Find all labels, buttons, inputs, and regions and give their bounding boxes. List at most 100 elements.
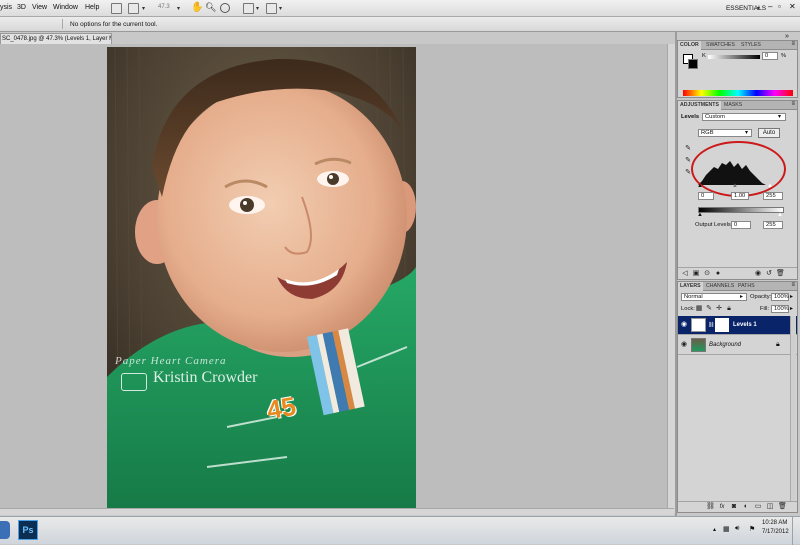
- eye-icon[interactable]: ◉: [680, 321, 688, 329]
- horizontal-scrollbar[interactable]: [0, 508, 674, 515]
- lock-image-icon[interactable]: ✎: [705, 305, 713, 313]
- view-previous-icon[interactable]: ◉: [754, 270, 762, 278]
- opacity-chevron-icon[interactable]: ▸: [790, 293, 793, 300]
- vertical-scrollbar[interactable]: [667, 44, 675, 513]
- channel-chevron-icon[interactable]: ▾: [745, 129, 748, 136]
- photo-canvas[interactable]: 45 Paper Heart Camera Kristin Crowder: [107, 47, 416, 508]
- close-icon[interactable]: ✕: [789, 2, 796, 11]
- menu-help[interactable]: Help: [85, 4, 99, 11]
- channel-select[interactable]: RGB: [698, 129, 752, 137]
- menu-analysis[interactable]: ysis: [0, 4, 12, 11]
- volume-icon[interactable]: 🔊︎: [735, 525, 739, 533]
- lock-all-icon[interactable]: 🔒︎: [725, 305, 733, 313]
- chevron-down-icon[interactable]: ▾: [142, 5, 145, 12]
- clip-to-layer-icon[interactable]: ⊙: [703, 270, 711, 278]
- link-layers-icon[interactable]: ⛓: [706, 503, 715, 511]
- zoom-chevron-down-icon[interactable]: ▾: [177, 5, 180, 12]
- fill-input[interactable]: 100%: [771, 305, 789, 313]
- menu-3d[interactable]: 3D: [17, 4, 26, 11]
- clock-time[interactable]: 10:28 AM: [762, 520, 787, 526]
- blend-mode-select[interactable]: Normal: [681, 293, 747, 301]
- preset-select[interactable]: Custom: [702, 113, 786, 121]
- tab-layers[interactable]: LAYERS: [678, 282, 703, 291]
- screen-mode-icon[interactable]: [266, 3, 277, 14]
- gamma-slider-icon[interactable]: ▲: [732, 183, 738, 189]
- tab-color[interactable]: COLOR: [678, 41, 701, 50]
- fill-chevron-icon[interactable]: ▸: [790, 305, 793, 312]
- rotate-view-icon[interactable]: [220, 3, 230, 13]
- arrange-chevron-down-icon[interactable]: ▾: [256, 5, 259, 12]
- screen-mode-chevron-icon[interactable]: ▾: [279, 5, 282, 12]
- preset-chevron-icon[interactable]: ▾: [778, 113, 781, 120]
- minimize-icon[interactable]: –: [768, 2, 772, 11]
- workspace-chevron-icon[interactable]: ▾: [757, 5, 760, 12]
- chain-link-icon[interactable]: ⛓: [708, 322, 714, 328]
- input-black-field[interactable]: 0: [698, 192, 714, 200]
- new-layer-icon[interactable]: ◫: [766, 503, 774, 511]
- k-value-input[interactable]: 0: [762, 52, 778, 60]
- menu-window[interactable]: Window: [53, 4, 78, 11]
- lock-transparency-icon[interactable]: ▦: [695, 305, 703, 313]
- network-icon[interactable]: ▦: [723, 525, 730, 533]
- k-slider[interactable]: [708, 55, 760, 59]
- workspace-switcher[interactable]: ESSENTIALS: [718, 3, 774, 14]
- eye-icon[interactable]: ◉: [680, 341, 688, 349]
- output-white-field[interactable]: 255: [763, 221, 783, 229]
- tab-swatches[interactable]: SWATCHES: [704, 41, 737, 50]
- hand-tool-icon[interactable]: ✋: [191, 2, 203, 13]
- tab-masks[interactable]: MASKS: [722, 101, 744, 110]
- layer-row-levels[interactable]: ◉ ⛓ Levels 1: [678, 316, 797, 335]
- clock-date[interactable]: 7/17/2012: [762, 529, 789, 535]
- new-adjustment-icon[interactable]: ◐: [742, 503, 750, 511]
- output-black-field[interactable]: 0: [731, 221, 751, 229]
- layers-scrollbar[interactable]: [790, 316, 796, 501]
- delete-adjustment-icon[interactable]: 🗑︎: [776, 270, 785, 278]
- bridge-icon[interactable]: [111, 3, 122, 14]
- new-group-icon[interactable]: ▭: [754, 503, 762, 511]
- reset-icon[interactable]: ↺: [765, 270, 773, 278]
- lock-position-icon[interactable]: ✛: [715, 305, 723, 313]
- white-point-slider-icon[interactable]: ▲: [767, 183, 773, 189]
- adjustments-menu-icon[interactable]: ≡: [791, 101, 795, 107]
- document-tab[interactable]: SC_0478.jpg @ 47.3% (Levels 1, Layer Mas…: [0, 33, 112, 44]
- restore-icon[interactable]: ▫: [778, 2, 781, 11]
- zoom-tool-icon[interactable]: 🔍︎: [205, 2, 216, 13]
- flag-icon[interactable]: ⚑: [749, 525, 755, 533]
- panel-collapse-icon[interactable]: »: [785, 33, 789, 40]
- tab-paths[interactable]: PATHS: [736, 282, 757, 291]
- background-swatch[interactable]: [688, 59, 698, 69]
- layer-style-icon[interactable]: fx: [718, 503, 726, 511]
- input-white-field[interactable]: 255: [763, 192, 783, 200]
- layer-row-background[interactable]: ◉ Background 🔒︎: [678, 336, 797, 355]
- layers-menu-icon[interactable]: ≡: [791, 282, 795, 288]
- menu-view[interactable]: View: [32, 4, 47, 11]
- tray-expand-icon[interactable]: ▴: [713, 526, 716, 533]
- color-spectrum-bar[interactable]: [683, 90, 793, 96]
- tab-styles[interactable]: STYLES: [739, 41, 763, 50]
- add-mask-icon[interactable]: ◙: [730, 503, 738, 511]
- layer-mask-thumbnail[interactable]: [715, 318, 729, 332]
- black-eyedropper-icon[interactable]: ✎: [684, 145, 692, 153]
- tab-adjustments[interactable]: ADJUSTMENTS: [678, 101, 721, 110]
- start-button[interactable]: [0, 521, 10, 539]
- layer-name[interactable]: Levels 1: [733, 322, 757, 328]
- visibility-toggle-icon[interactable]: ●: [714, 270, 722, 278]
- output-white-slider-icon[interactable]: ▲: [777, 212, 783, 218]
- panel-menu-icon[interactable]: ≡: [791, 41, 795, 47]
- opacity-input[interactable]: 100%: [771, 293, 789, 301]
- arrange-documents-icon[interactable]: [243, 3, 254, 14]
- tab-channels[interactable]: CHANNELS: [704, 282, 736, 291]
- auto-button[interactable]: Auto: [758, 128, 780, 138]
- layer-name[interactable]: Background: [709, 342, 741, 348]
- black-point-slider-icon[interactable]: ▲: [697, 183, 703, 189]
- return-to-list-icon[interactable]: ◁: [681, 270, 689, 278]
- input-gamma-field[interactable]: 1.00: [731, 192, 749, 200]
- photoshop-taskbar-button[interactable]: Ps: [18, 520, 38, 540]
- zoom-level[interactable]: 47.3: [158, 4, 170, 10]
- mini-bridge-icon[interactable]: [128, 3, 139, 14]
- blend-chevron-icon[interactable]: ▸: [740, 293, 743, 300]
- show-desktop-button[interactable]: [792, 517, 800, 545]
- delete-layer-icon[interactable]: 🗑︎: [778, 503, 787, 511]
- expand-view-icon[interactable]: ▣: [692, 270, 700, 278]
- output-black-slider-icon[interactable]: ▲: [697, 212, 703, 218]
